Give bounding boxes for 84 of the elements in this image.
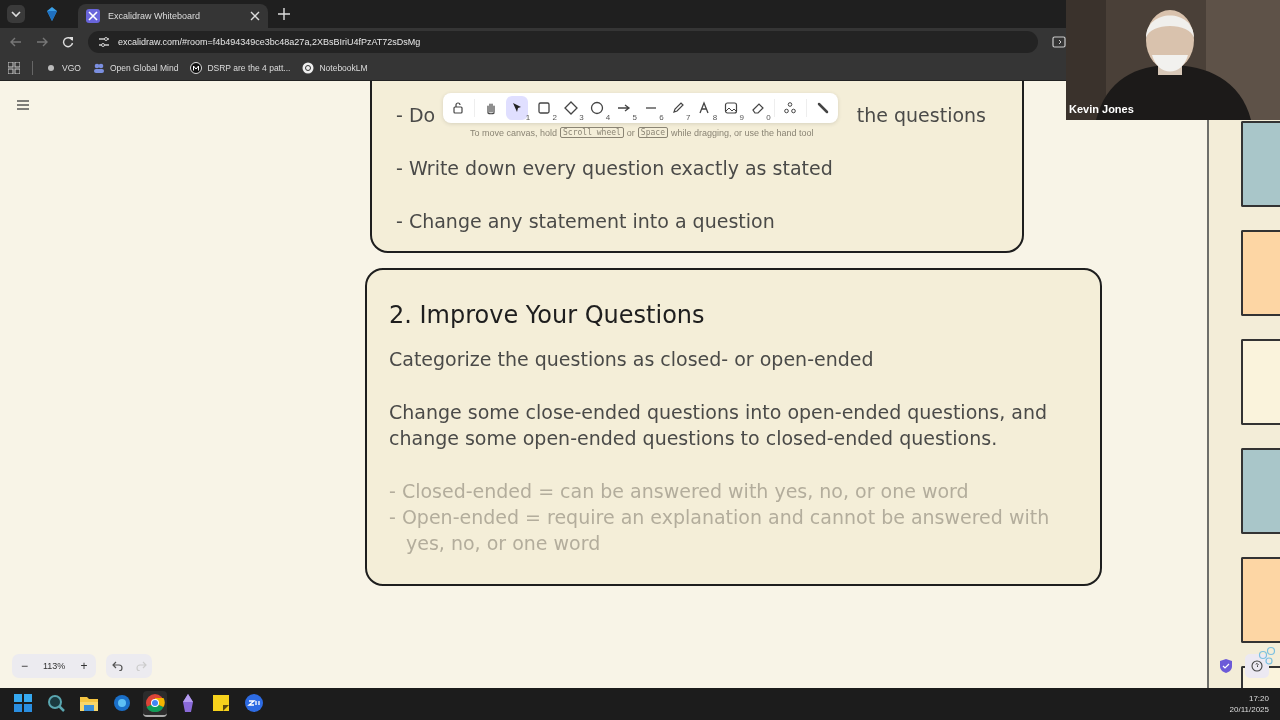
tool-button[interactable]: 3 bbox=[559, 96, 582, 120]
shortcut-number: 4 bbox=[605, 113, 611, 122]
lock-icon bbox=[450, 101, 465, 115]
letter-logo-icon bbox=[190, 62, 203, 74]
menu-icon[interactable] bbox=[17, 100, 29, 110]
excalidraw-logo-icon bbox=[86, 9, 100, 23]
taskbar-app[interactable] bbox=[143, 691, 167, 717]
tool-button[interactable]: 8 bbox=[693, 96, 716, 120]
clock-date[interactable]: 20/11/2025 bbox=[1229, 704, 1269, 715]
video-call-icon bbox=[244, 693, 264, 713]
pencil-icon bbox=[670, 101, 685, 115]
tool-button[interactable]: 4 bbox=[586, 96, 609, 120]
search-icon bbox=[46, 693, 66, 713]
shapes-icon bbox=[783, 101, 798, 115]
reload-icon[interactable] bbox=[62, 36, 74, 48]
participant-name: Kevin Jones bbox=[1069, 103, 1134, 115]
rectangle-icon bbox=[537, 101, 551, 115]
shortcut-number: 3 bbox=[579, 113, 584, 122]
tool-button[interactable]: 2 bbox=[533, 96, 555, 120]
shortcut-number: 1 bbox=[525, 113, 531, 122]
shortcut-number: 9 bbox=[739, 113, 744, 122]
ring-logo-icon bbox=[302, 62, 315, 74]
zoom-level[interactable]: 113% bbox=[43, 661, 66, 671]
help-icon[interactable] bbox=[1245, 654, 1269, 678]
shortcut-number: 2 bbox=[552, 113, 557, 122]
circle-icon bbox=[590, 101, 605, 115]
bookmark[interactable]: DSRP are the 4 patt... bbox=[190, 62, 291, 74]
image-icon bbox=[724, 101, 739, 115]
sticky-note-icon bbox=[211, 693, 231, 713]
note-text: - Closed-ended = can be answered with yes, no, or one word bbox=[389, 479, 970, 504]
note-text: - Do bbox=[396, 103, 436, 128]
hint-text: while dragging, or use the hand tool bbox=[670, 127, 814, 138]
card-title: 2. Improve Your Questions bbox=[389, 300, 706, 330]
site-settings-icon[interactable] bbox=[98, 36, 110, 48]
browser-tab[interactable]: Excalidraw Whiteboard bbox=[78, 4, 268, 28]
diamond-icon bbox=[563, 101, 578, 115]
shield-icon[interactable] bbox=[1220, 659, 1232, 673]
bookmark[interactable]: VGO bbox=[45, 62, 81, 74]
tool-button[interactable]: 5 bbox=[613, 96, 635, 120]
people-icon bbox=[92, 62, 105, 74]
tool-button[interactable]: 0 bbox=[746, 96, 769, 120]
tab-title: Excalidraw Whiteboard bbox=[108, 11, 202, 21]
tool-button[interactable]: 7 bbox=[666, 96, 689, 120]
note-text: - Write down every question exactly as stated bbox=[396, 156, 834, 181]
windows-logo-icon bbox=[13, 693, 33, 713]
key-label: Space bbox=[637, 127, 668, 138]
gem-icon[interactable] bbox=[44, 6, 60, 22]
new-tab-icon[interactable] bbox=[278, 8, 290, 20]
shortcut-number: 7 bbox=[686, 113, 691, 122]
apps-grid-icon[interactable] bbox=[8, 62, 20, 74]
globe-icon bbox=[112, 693, 132, 713]
undo-icon[interactable] bbox=[111, 661, 124, 671]
zoom-in-button[interactable]: + bbox=[77, 659, 91, 673]
clock-time[interactable]: 17:20 bbox=[1248, 693, 1269, 704]
close-icon[interactable] bbox=[250, 11, 260, 21]
cast-icon[interactable] bbox=[1052, 36, 1066, 48]
shortcut-number: 5 bbox=[632, 113, 637, 122]
hint-text: or bbox=[626, 127, 635, 138]
shortcut-number: 0 bbox=[766, 113, 771, 122]
back-icon[interactable] bbox=[10, 36, 22, 48]
url-text: excalidraw.com/#room=f4b494349ce3bc48a27a,2XBsBIriU4fPzAT72sDsMg bbox=[118, 37, 421, 47]
zoom-out-button[interactable]: − bbox=[18, 659, 31, 673]
tool-button[interactable]: 1 bbox=[506, 96, 529, 120]
key-label: Scroll wheel bbox=[560, 127, 624, 138]
bookmark[interactable]: NotebookLM bbox=[302, 62, 368, 74]
shortcut-number: 8 bbox=[712, 113, 718, 122]
note-text: - Change any statement into a question bbox=[396, 209, 776, 234]
note-text: Categorize the questions as closed- or open-ended bbox=[389, 347, 875, 372]
address-bar[interactable]: excalidraw.com/#room=f4b494349ce3bc48a27a,2XBsBIriU4fPzAT72sDsMg bbox=[88, 31, 1038, 53]
wand-icon bbox=[816, 101, 831, 115]
tab-list-icon[interactable] bbox=[6, 4, 26, 24]
eraser-icon bbox=[750, 101, 765, 115]
forward-icon[interactable] bbox=[36, 36, 48, 48]
note-text: Change some close-ended questions into open-ended questions, and change some open-ended questions to closed-ended questions. bbox=[389, 400, 1049, 451]
dot-icon bbox=[45, 62, 57, 74]
note-text: - Open-ended = require an explanation and cannot be answered with yes, no, or one word bbox=[389, 505, 1051, 556]
chrome-icon bbox=[145, 693, 165, 713]
shortcut-number: 6 bbox=[659, 113, 664, 122]
note-text: the questions bbox=[856, 103, 986, 128]
hint-text: To move canvas, hold bbox=[470, 127, 558, 138]
tool-button[interactable]: 6 bbox=[640, 96, 662, 120]
bookmark[interactable]: Open Global Mind bbox=[92, 62, 179, 74]
tool-button[interactable]: 9 bbox=[720, 96, 742, 120]
bubbles-icon bbox=[1258, 646, 1278, 666]
